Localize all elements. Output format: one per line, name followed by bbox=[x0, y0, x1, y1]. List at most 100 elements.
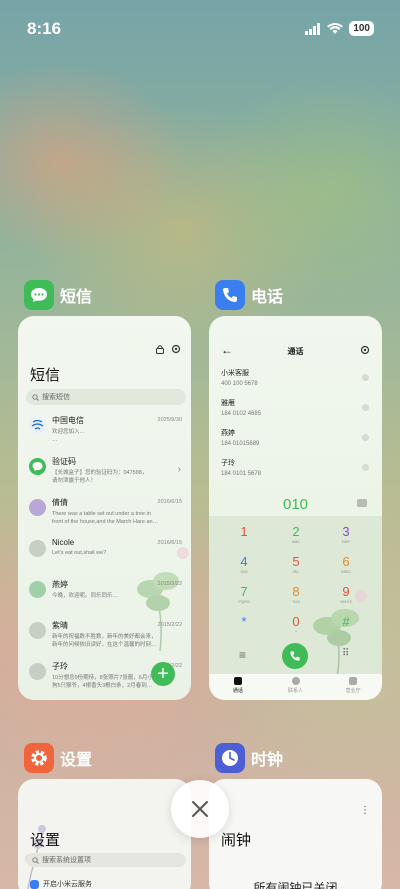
contact-number: 184 01015689 bbox=[221, 441, 260, 447]
tab-label: 通话 bbox=[232, 688, 243, 694]
sms-date: 2016/6/15 bbox=[157, 540, 182, 546]
dialpad-key[interactable]: 4 GHI bbox=[224, 554, 264, 580]
info-icon[interactable] bbox=[362, 404, 369, 411]
sms-app-label[interactable]: 短信 bbox=[24, 280, 92, 310]
contact-number: 184 0101 5678 bbox=[221, 471, 262, 477]
tab-contacts[interactable]: 联系人 bbox=[267, 674, 325, 700]
tab-service-hall[interactable]: 营业厅 bbox=[324, 674, 382, 700]
dialpad-key[interactable]: 8 TUV bbox=[276, 584, 316, 610]
sms-date: 2015/2/22 bbox=[157, 622, 182, 628]
settings-app-card[interactable]: 设置 搜索系统设置项 开启小米云服务 bbox=[18, 779, 191, 889]
menu-icon[interactable]: ≡ bbox=[239, 648, 246, 662]
tab-label: 营业厅 bbox=[345, 688, 361, 694]
dialpad-digit: 2 bbox=[292, 524, 300, 539]
contact-suggestion-list: 小米客服 400 100 5678 雅雁 184 0102 4685 燕婷 18… bbox=[221, 368, 371, 488]
dialpad-key[interactable]: 6 MNO bbox=[326, 554, 366, 580]
phone-tab-bar: 通话 联系人 营业厅 bbox=[209, 674, 382, 700]
dialpad-digit: 7 bbox=[240, 584, 248, 599]
dialpad-key[interactable]: 7 PQRS bbox=[224, 584, 264, 610]
avatar bbox=[29, 581, 46, 598]
list-item[interactable]: 中国电信 2025/9/30 欢迎您加入… … bbox=[18, 415, 191, 455]
store-icon bbox=[349, 677, 358, 685]
list-item[interactable]: 倩倩 2016/6/15 There was a table set out u… bbox=[18, 497, 191, 537]
signal-icon bbox=[305, 22, 321, 35]
list-item[interactable]: 验证码 【长城盒子】您的验证码为：047588， 请勿泄露于他人！ › bbox=[18, 456, 191, 496]
list-item[interactable]: 子玲 184 0101 5678 bbox=[221, 458, 371, 488]
alarm-empty-state: 所有闹钟已关闭 bbox=[253, 881, 338, 889]
list-item[interactable]: 燕婷 184 01015689 bbox=[221, 428, 371, 458]
cloud-icon bbox=[30, 879, 39, 889]
dialpad-key[interactable]: 2 ABC bbox=[276, 524, 316, 550]
call-button[interactable] bbox=[282, 643, 308, 669]
dialpad-digit: 8 bbox=[292, 584, 300, 599]
contact-name: 雅雁 bbox=[221, 400, 235, 407]
phone-app-name: 电话 bbox=[251, 289, 284, 306]
contact-name: 小米客服 bbox=[221, 370, 249, 377]
contact-name: 燕婷 bbox=[221, 430, 235, 437]
dialpad-digit: 5 bbox=[292, 554, 300, 569]
dialpad-key[interactable]: 5 JKL bbox=[276, 554, 316, 580]
list-item[interactable]: 小米客服 400 100 5678 bbox=[221, 368, 371, 398]
avatar bbox=[29, 663, 46, 680]
dialpad-key[interactable]: 3 DEF bbox=[326, 524, 366, 550]
dialpad-digit: 0 bbox=[292, 614, 300, 629]
dialpad-key[interactable]: 0 + bbox=[276, 614, 316, 640]
settings-gear-icon[interactable] bbox=[171, 344, 181, 354]
contact-name: 子玲 bbox=[221, 460, 235, 467]
close-icon bbox=[192, 801, 208, 817]
sms-preview: There was a table set out under a tree i… bbox=[52, 511, 159, 525]
clock-app-card[interactable]: ⋮ 闹钟 所有闹钟已关闭 bbox=[209, 779, 382, 889]
info-icon[interactable] bbox=[362, 464, 369, 471]
phone-header: ← 通话 bbox=[209, 343, 382, 358]
phone-app-card[interactable]: ← 通话 小米客服 400 100 5678 雅雁 184 0102 4685 … bbox=[209, 316, 382, 700]
dialpad-grid-icon[interactable]: ⠿ bbox=[342, 648, 349, 659]
settings-app-label[interactable]: 设置 bbox=[24, 743, 92, 773]
dialpad-digit: 4 bbox=[240, 554, 248, 569]
avatar bbox=[29, 622, 46, 639]
avatar bbox=[29, 417, 46, 434]
list-item[interactable]: 紫晴 2015/2/22 新年的祝福数不胜数，新年的美好都会来， 新年的问候依旧… bbox=[18, 620, 191, 660]
dialpad-key[interactable]: # bbox=[326, 614, 366, 640]
backspace-icon[interactable] bbox=[357, 499, 367, 507]
close-all-button[interactable] bbox=[171, 780, 229, 838]
avatar bbox=[29, 458, 46, 475]
dialpad-digit: * bbox=[241, 614, 247, 629]
cloud-service-item[interactable]: 开启小米云服务 bbox=[30, 879, 92, 889]
clock-app-label[interactable]: 时钟 bbox=[215, 743, 283, 773]
settings-gear-icon[interactable] bbox=[360, 345, 370, 355]
dialpad-key[interactable]: 9 WXYZ bbox=[326, 584, 366, 610]
dialpad-digit: 6 bbox=[342, 554, 350, 569]
search-icon bbox=[32, 856, 39, 864]
sms-preview: 新年的祝福数不胜数，新年的美好都会来， 新年的问候依旧读好，在这个温馨的时刻… bbox=[52, 634, 157, 648]
new-message-button[interactable]: + bbox=[151, 662, 175, 686]
info-icon[interactable] bbox=[362, 374, 369, 381]
tab-calls[interactable]: 通话 bbox=[209, 674, 267, 700]
avatar bbox=[29, 499, 46, 516]
dialpad-key[interactable]: 1 bbox=[224, 524, 264, 550]
list-item[interactable]: 燕婷 2015/2/22 今晚，欢迎呢。同乐同乐… bbox=[18, 579, 191, 619]
sms-app-card[interactable]: 短信 搜索短信 中国电信 2025/9/30 欢迎您加入… … 验证码 【长城盒… bbox=[18, 316, 191, 700]
search-icon bbox=[32, 393, 39, 401]
lock-icon[interactable] bbox=[155, 344, 165, 354]
clock-app-name: 时钟 bbox=[251, 752, 284, 769]
phone-call-icon bbox=[290, 651, 300, 661]
list-item[interactable]: Nicole 2016/6/15 Let's eat out,shall we? bbox=[18, 538, 191, 578]
dialpad-digit: 3 bbox=[342, 524, 350, 539]
message-icon bbox=[24, 280, 54, 310]
sms-preview: 【长城盒子】您的验证码为：047588， 请勿泄露于他人！ bbox=[52, 470, 148, 484]
status-time: 8:16 bbox=[27, 19, 62, 38]
sms-search-input[interactable]: 搜索短信 bbox=[26, 389, 186, 405]
dialpad-letters: TUV bbox=[292, 599, 300, 604]
contact-number: 184 0102 4685 bbox=[221, 411, 262, 417]
dialpad-digit: 9 bbox=[342, 584, 350, 599]
dialpad-key[interactable]: * bbox=[224, 614, 264, 640]
list-item[interactable]: 雅雁 184 0102 4685 bbox=[221, 398, 371, 428]
phone-tab-icon bbox=[233, 677, 242, 685]
sms-date: 2015/2/22 bbox=[157, 581, 182, 587]
settings-search-input[interactable]: 搜索系统设置项 bbox=[26, 853, 186, 867]
phone-app-label[interactable]: 电话 bbox=[215, 280, 283, 310]
phone-page-title: 通话 bbox=[287, 347, 304, 356]
dialpad-letters: JKL bbox=[292, 569, 300, 574]
more-options-icon[interactable]: ⋮ bbox=[360, 805, 370, 816]
info-icon[interactable] bbox=[362, 434, 369, 441]
